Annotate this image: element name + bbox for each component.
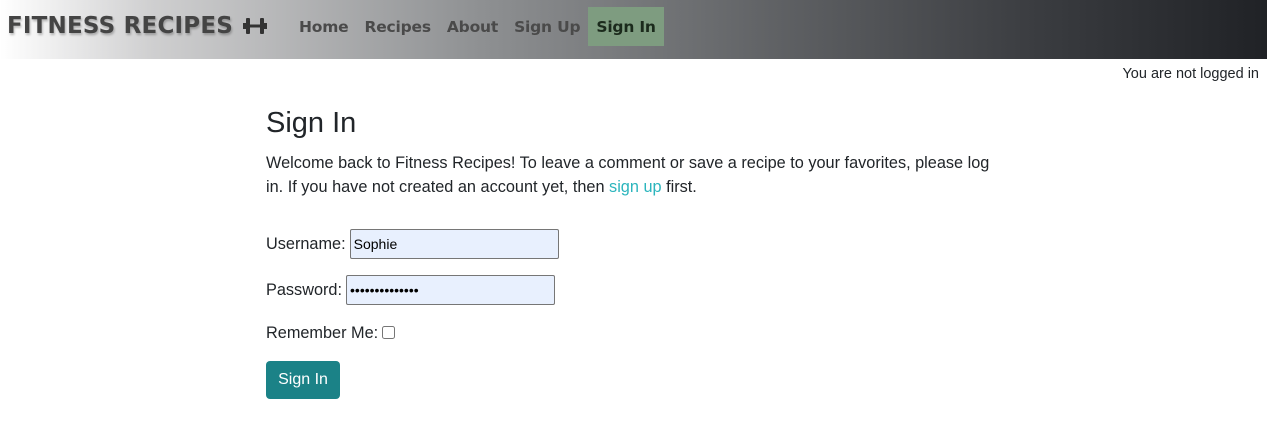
password-row: Password: [266,275,556,305]
intro-text-after: first. [661,178,697,196]
password-input[interactable] [346,275,556,305]
username-label: Username: [266,234,346,253]
password-label: Password: [266,280,343,299]
sign-up-link[interactable]: sign up [609,178,662,196]
nav-item-sign-up[interactable]: Sign Up [506,7,588,46]
nav-item-sign-in[interactable]: Sign In [588,7,664,46]
nav-links: Home Recipes About Sign Up Sign In [291,7,664,46]
remember-label: Remember Me: [266,323,379,342]
remember-row: Remember Me: [266,322,396,344]
sign-in-button[interactable]: Sign In [266,361,340,399]
remember-checkbox[interactable] [382,325,396,339]
page-title: Sign In [266,107,357,139]
dumbbell-icon [242,17,268,35]
login-status: You are not logged in [1122,66,1259,82]
intro-text: Welcome back to Fitness Recipes! To leav… [266,151,1006,199]
username-input[interactable] [349,229,559,259]
username-row: Username: [266,229,559,259]
signin-content: Sign In Welcome back to Fitness Recipes!… [266,104,1006,199]
brand-title: FITNESS RECIPES [7,13,234,39]
navbar: FITNESS RECIPES Home Recipes About Sign … [0,0,1267,59]
nav-item-home[interactable]: Home [291,7,356,46]
nav-item-recipes[interactable]: Recipes [356,7,438,46]
brand-link[interactable]: FITNESS RECIPES [7,12,268,40]
nav-item-about[interactable]: About [439,7,506,46]
